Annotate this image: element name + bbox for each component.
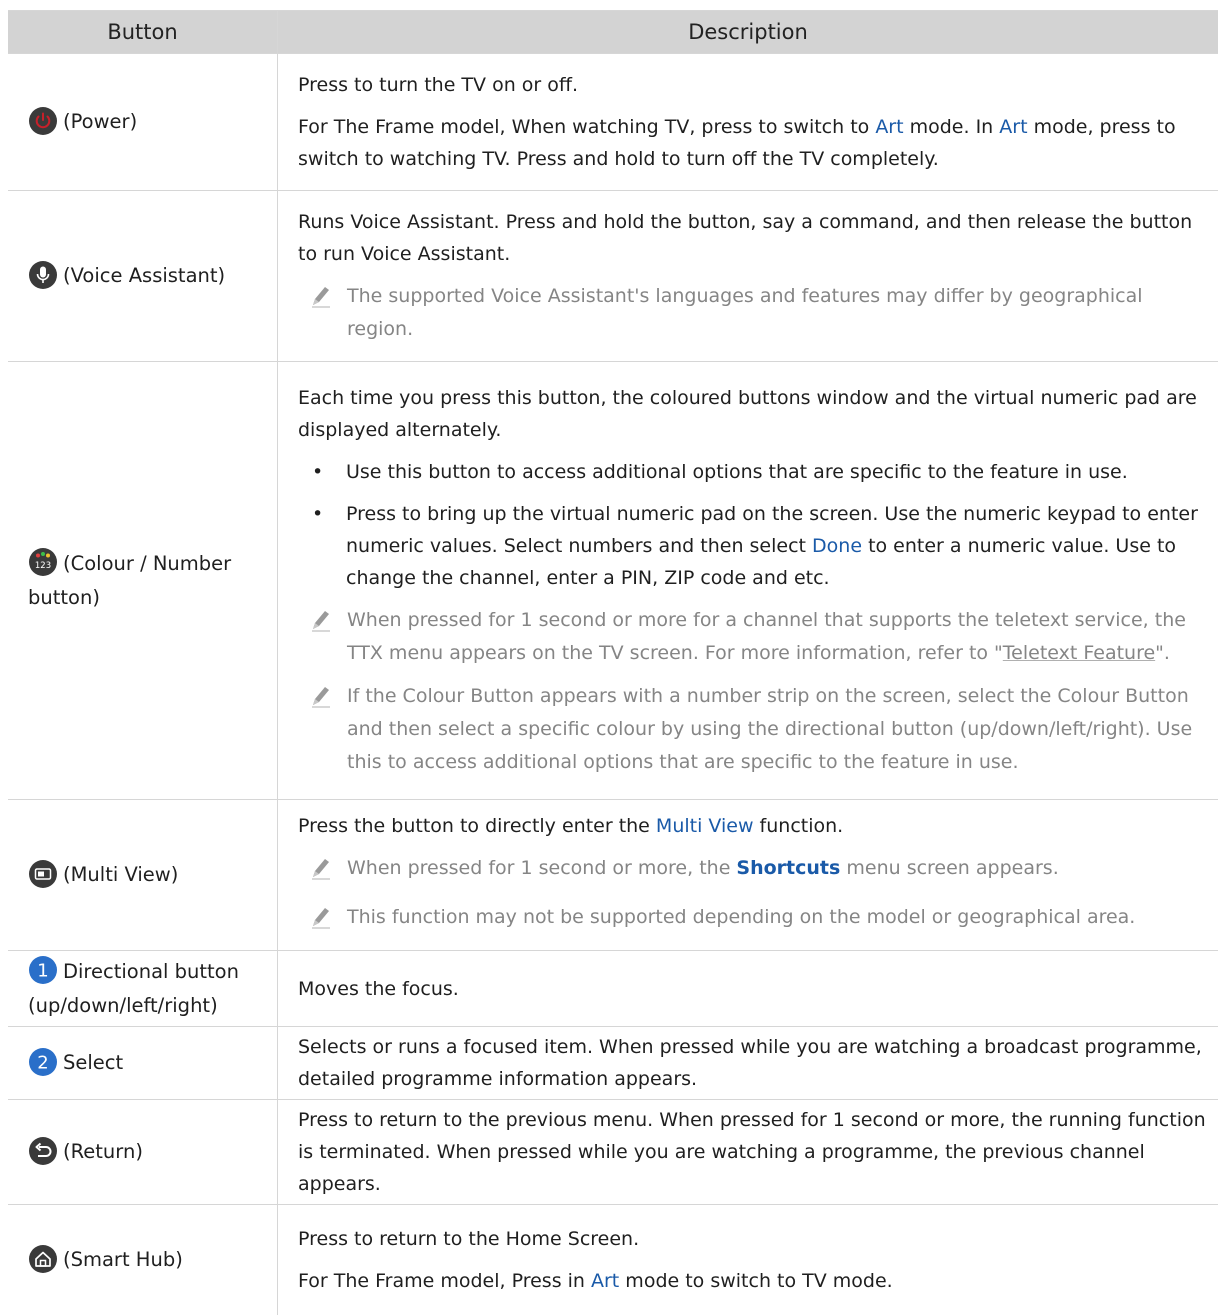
note: If the Colour Button appears with a numb… xyxy=(298,680,1208,779)
description-text: For The Frame model, When watching TV, p… xyxy=(298,116,1176,170)
link-art: Art xyxy=(999,116,1028,138)
list-item: • Use this button to access additional o… xyxy=(298,456,1208,488)
description-text: Press to turn the TV on or off. xyxy=(298,74,579,96)
button-cell: (Multi View) xyxy=(8,800,278,950)
return-icon xyxy=(28,1136,58,1166)
table-row-directional: 1 Directional button (up/down/left/right… xyxy=(8,951,1218,1027)
header-button: Button xyxy=(8,11,278,53)
button-cell: 123 (Colour / Number button) xyxy=(8,362,278,799)
table-row-multi-view: (Multi View) Press the button to directl… xyxy=(8,800,1218,951)
description-cell: Press the button to directly enter the M… xyxy=(278,800,1218,950)
pencil-icon xyxy=(298,604,347,670)
button-cell: (Voice Assistant) xyxy=(8,191,278,361)
note-text: When pressed for 1 second or more for a … xyxy=(347,609,1186,664)
note-text: The supported Voice Assistant's language… xyxy=(347,285,1143,340)
description-text: Press to return to the Home Screen. xyxy=(298,1228,640,1250)
description-text: Moves the focus. xyxy=(298,977,459,1000)
link-art: Art xyxy=(591,1270,620,1292)
colour-number-icon: 123 xyxy=(28,547,58,577)
header-description: Description xyxy=(688,20,808,44)
pencil-icon xyxy=(298,901,347,940)
description-text: For The Frame model, Press in Art mode t… xyxy=(298,1270,893,1292)
button-label: Select xyxy=(63,1051,124,1074)
svg-text:1: 1 xyxy=(37,961,48,982)
icon-text: 123 xyxy=(35,561,51,571)
description-cell: Press to turn the TV on or off. For The … xyxy=(278,54,1218,190)
bullet-icon: • xyxy=(312,461,324,483)
table-row-select: 2 Select Selects or runs a focused item.… xyxy=(8,1027,1218,1100)
pencil-icon xyxy=(298,852,347,891)
list-item: • Press to bring up the virtual numeric … xyxy=(298,498,1208,594)
button-label: (Power) xyxy=(63,110,138,133)
note-text: This function may not be supported depen… xyxy=(347,906,1136,928)
table-header: Button Description xyxy=(8,11,1218,54)
button-cell: 2 Select xyxy=(8,1027,278,1099)
note-text: When pressed for 1 second or more, the S… xyxy=(347,857,1059,879)
note: The supported Voice Assistant's language… xyxy=(298,280,1208,346)
link-multi-view: Multi View xyxy=(655,815,754,837)
button-table: Button Description (Power) Press to turn… xyxy=(8,10,1218,1315)
button-label: (Return) xyxy=(63,1140,143,1163)
table-row-power: (Power) Press to turn the TV on or off. … xyxy=(8,54,1218,191)
table-row-voice-assistant: (Voice Assistant) Runs Voice Assistant. … xyxy=(8,191,1218,362)
description-cell: Each time you press this button, the col… xyxy=(278,362,1218,799)
link-done: Done xyxy=(812,535,863,557)
description-cell: Runs Voice Assistant. Press and hold the… xyxy=(278,191,1218,361)
home-icon xyxy=(28,1244,58,1274)
svg-text:2: 2 xyxy=(37,1052,48,1073)
multi-view-icon xyxy=(28,859,58,889)
number-badge-icon: 2 xyxy=(28,1047,58,1077)
description-text: Press to return to the previous menu. Wh… xyxy=(298,1109,1206,1195)
link-teletext-feature[interactable]: Teletext Feature xyxy=(1003,642,1155,664)
description-text: Runs Voice Assistant. Press and hold the… xyxy=(298,211,1193,265)
button-label: Directional button (up/down/left/right) xyxy=(28,959,239,1017)
description-text: Press the button to directly enter the M… xyxy=(298,815,844,837)
bullet-icon: • xyxy=(312,503,324,525)
note: When pressed for 1 second or more, the S… xyxy=(298,852,1208,891)
table-row-return: (Return) Press to return to the previous… xyxy=(8,1100,1218,1205)
table-row-colour-number: 123 (Colour / Number button) Each time y… xyxy=(8,362,1218,800)
note: This function may not be supported depen… xyxy=(298,901,1208,940)
description-cell: Selects or runs a focused item. When pre… xyxy=(278,1027,1218,1099)
button-label: (Colour / Number button) xyxy=(28,551,232,609)
button-cell: 1 Directional button (up/down/left/right… xyxy=(8,951,278,1026)
power-icon xyxy=(28,106,58,136)
description-text: Selects or runs a focused item. When pre… xyxy=(298,1036,1202,1090)
note-text: If the Colour Button appears with a numb… xyxy=(347,685,1193,773)
button-cell: (Return) xyxy=(8,1100,278,1204)
description-text: Each time you press this button, the col… xyxy=(298,387,1197,441)
button-cell: (Power) xyxy=(8,54,278,190)
description-cell: Moves the focus. xyxy=(278,951,1218,1026)
description-cell: Press to return to the Home Screen. For … xyxy=(278,1205,1218,1315)
pencil-icon xyxy=(298,280,347,346)
button-label: (Voice Assistant) xyxy=(63,264,226,287)
pencil-icon xyxy=(298,680,347,779)
description-cell: Press to return to the previous menu. Wh… xyxy=(278,1100,1218,1204)
note: When pressed for 1 second or more for a … xyxy=(298,604,1208,670)
link-art: Art xyxy=(875,116,904,138)
number-badge-icon: 1 xyxy=(28,955,58,985)
link-shortcuts: Shortcuts xyxy=(736,857,841,879)
table-row-smart-hub: (Smart Hub) Press to return to the Home … xyxy=(8,1205,1218,1315)
button-label: (Multi View) xyxy=(63,863,179,886)
button-cell: (Smart Hub) xyxy=(8,1205,278,1315)
button-label: (Smart Hub) xyxy=(63,1248,183,1271)
microphone-icon xyxy=(28,260,58,290)
